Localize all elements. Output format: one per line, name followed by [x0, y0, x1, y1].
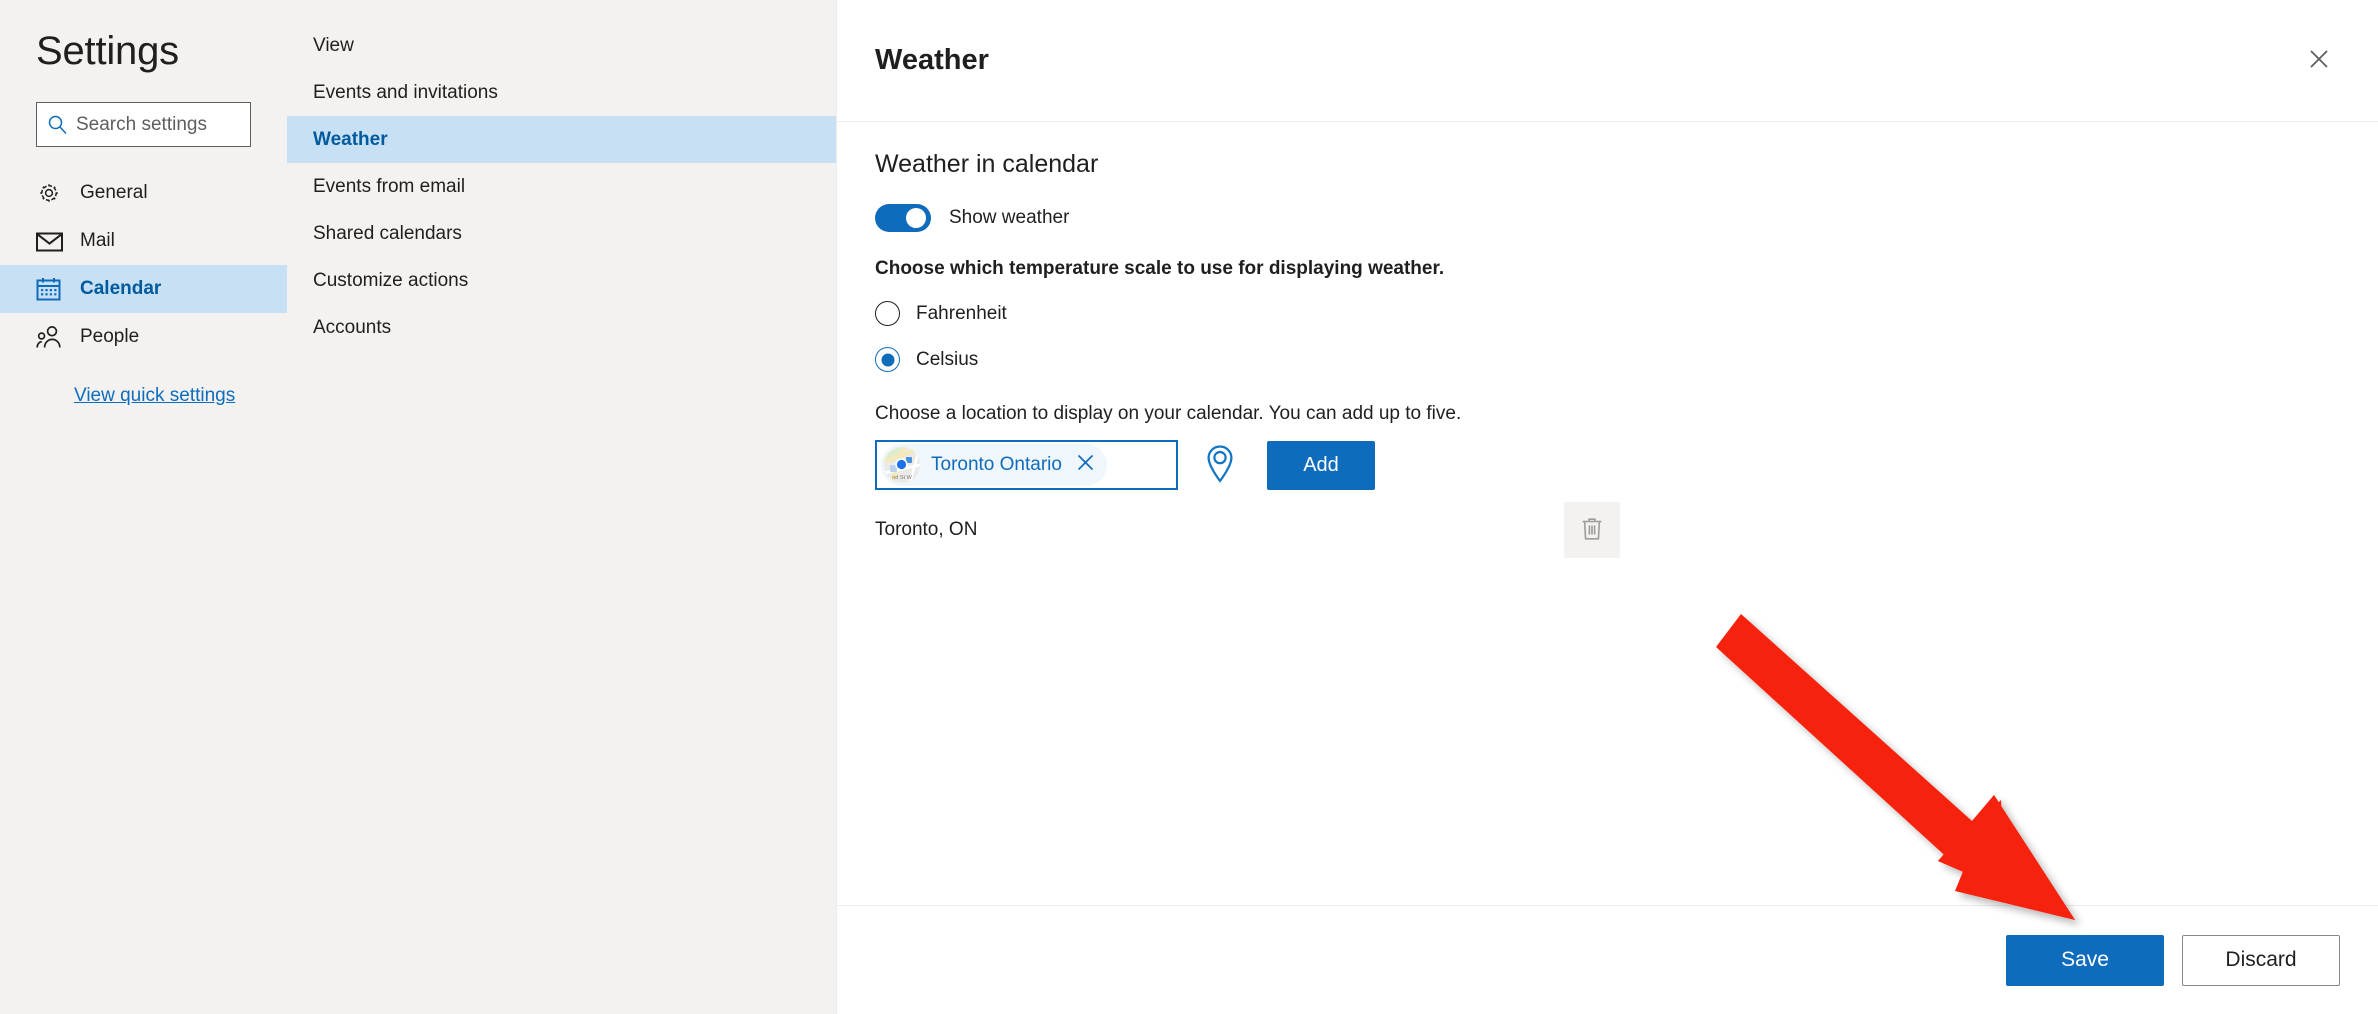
trash-icon	[1579, 515, 1605, 546]
radio-circle-celsius	[875, 347, 900, 372]
category-item-weather[interactable]: Weather	[287, 116, 836, 163]
weather-settings-pane: Weather Weather in calendar Show weather…	[836, 0, 2378, 1014]
radio-circle-fahrenheit	[875, 301, 900, 326]
saved-location-row: Toronto, ON	[875, 502, 1620, 558]
close-icon	[2308, 48, 2330, 73]
discard-button[interactable]: Discard	[2182, 934, 2340, 986]
category-item-events-from-email[interactable]: Events from email	[287, 163, 836, 210]
location-chip[interactable]: nd St W Toronto Ontario	[881, 444, 1107, 486]
category-item-view[interactable]: View	[287, 22, 836, 69]
search-icon	[47, 114, 68, 135]
use-current-location-button[interactable]	[1199, 444, 1241, 486]
delete-location-button[interactable]	[1564, 502, 1620, 558]
save-button[interactable]: Save	[2006, 934, 2164, 986]
radio-option-fahrenheit[interactable]: Fahrenheit	[875, 301, 2340, 326]
location-prompt: Choose a location to display on your cal…	[875, 403, 1462, 424]
calendar-category-list: View Events and invitations Weather Even…	[287, 0, 836, 1014]
sidebar-item-label: General	[80, 182, 148, 203]
map-pin-icon	[1204, 444, 1236, 487]
sidebar-item-calendar[interactable]: Calendar	[0, 265, 287, 313]
detail-header: Weather	[837, 0, 2378, 122]
sidebar-item-mail[interactable]: Mail	[0, 217, 287, 265]
map-thumbnail-icon: nd St W	[884, 447, 920, 483]
calendar-icon	[36, 277, 70, 302]
category-item-customize-actions[interactable]: Customize actions	[287, 257, 836, 304]
temperature-scale-prompt: Choose which temperature scale to use fo…	[875, 258, 1445, 279]
saved-location-name: Toronto, ON	[875, 519, 978, 540]
radio-label-celsius: Celsius	[916, 348, 979, 370]
location-chip-text: Toronto Ontario	[931, 454, 1062, 475]
view-quick-settings-link[interactable]: View quick settings	[74, 385, 235, 407]
location-search-input[interactable]: nd St W Toronto Ontario	[875, 440, 1178, 490]
sidebar-item-label: People	[80, 326, 140, 347]
close-icon	[1076, 453, 1095, 477]
category-item-events-and-invitations[interactable]: Events and invitations	[287, 69, 836, 116]
settings-nav-list: General Mail Calendar People	[0, 169, 287, 361]
people-icon	[36, 325, 70, 349]
category-item-shared-calendars[interactable]: Shared calendars	[287, 210, 836, 257]
envelope-icon	[36, 231, 70, 252]
gear-icon	[36, 180, 70, 206]
toggle-knob	[906, 208, 926, 228]
settings-sidebar: Settings Search settings General Mail Ca…	[0, 0, 287, 1014]
add-location-button[interactable]: Add	[1267, 440, 1375, 490]
detail-body: Weather in calendar Show weather Choose …	[837, 122, 2378, 558]
section-title: Weather in calendar	[875, 150, 1099, 178]
show-weather-toggle[interactable]	[875, 204, 931, 232]
show-weather-row: Show weather	[875, 204, 2340, 232]
search-input[interactable]	[76, 113, 240, 136]
settings-window: Settings Search settings General Mail Ca…	[0, 0, 2378, 1014]
location-input-row: nd St W Toronto Ontario Add	[875, 440, 2340, 490]
show-weather-label: Show weather	[949, 207, 1070, 228]
sidebar-item-label: Calendar	[80, 278, 162, 299]
radio-option-celsius[interactable]: Celsius	[875, 347, 2340, 372]
svg-text:nd St W: nd St W	[892, 475, 912, 481]
remove-location-chip-button[interactable]	[1076, 453, 1095, 477]
sidebar-item-general[interactable]: General	[0, 169, 287, 217]
detail-title: Weather	[875, 44, 989, 76]
detail-footer: Save Discard	[837, 905, 2378, 1014]
page-title: Settings	[36, 29, 179, 73]
sidebar-item-label: Mail	[80, 230, 115, 251]
sidebar-item-people[interactable]: People	[0, 313, 287, 361]
radio-label-fahrenheit: Fahrenheit	[916, 302, 1007, 324]
search-settings-box[interactable]	[36, 102, 251, 147]
close-settings-button[interactable]	[2298, 40, 2340, 82]
category-item-accounts[interactable]: Accounts	[287, 304, 836, 351]
